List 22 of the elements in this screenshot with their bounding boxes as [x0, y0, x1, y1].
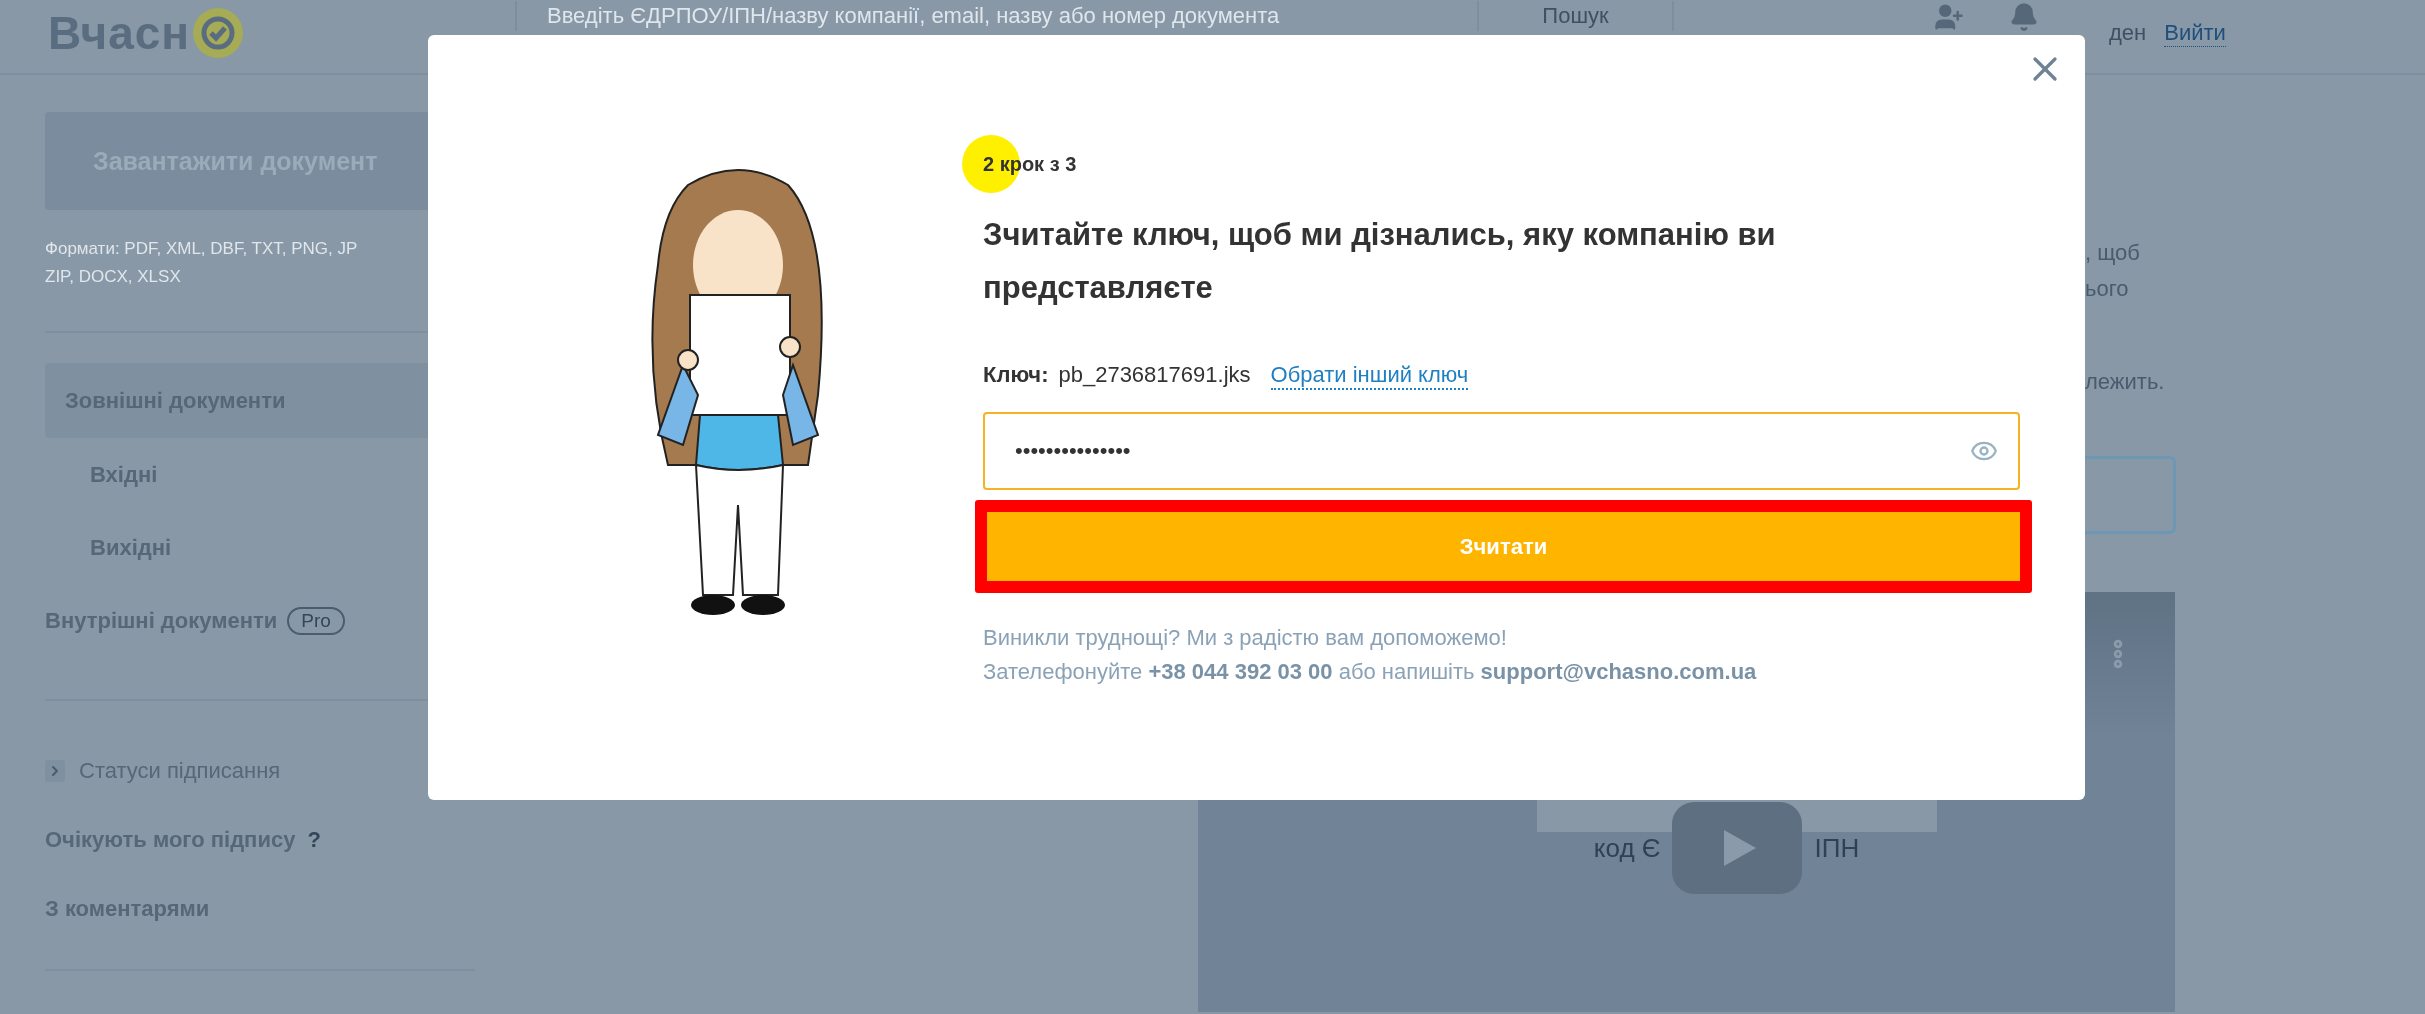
dialog-heading: Зчитайте ключ, щоб ми дізнались, яку компанію ви представляєте: [983, 216, 1777, 307]
text-fragment: , щоб: [2085, 239, 2140, 267]
search-button[interactable]: Пошук: [1479, 1, 1674, 31]
key-label: Ключ:: [983, 362, 1049, 388]
add-user-icon[interactable]: [1934, 2, 1964, 32]
change-key-link[interactable]: Обрати інший ключ: [1270, 362, 1469, 390]
video-caption: код Є: [1593, 832, 1661, 864]
pro-badge: Pro: [287, 606, 345, 635]
text-fragment: лежить.: [2085, 368, 2165, 396]
read-key-button[interactable]: Зчитати: [987, 512, 2020, 581]
play-icon[interactable]: [1672, 802, 1803, 894]
video-caption: ІПН: [1814, 832, 1860, 864]
logout-link[interactable]: Вийти: [2164, 20, 2226, 47]
bell-icon[interactable]: [2009, 2, 2039, 32]
key-filename: pb_2736817691.jks: [1058, 362, 1251, 388]
user-name: ден: [2109, 20, 2147, 46]
formats-note: Формати: PDF, XML, DBF, TXT, PNG, JP ZIP, DOCX, XLSX: [45, 238, 359, 288]
search-field[interactable]: Введіть ЄДРПОУ/ІПН/назву компанії, email, назву або номер документа: [515, 1, 1479, 31]
help-icon[interactable]: ?: [307, 826, 321, 853]
text-fragment: ього: [2085, 275, 2129, 303]
logo-check-icon: [192, 7, 245, 59]
password-field[interactable]: •••••••••••••••: [983, 412, 2020, 490]
